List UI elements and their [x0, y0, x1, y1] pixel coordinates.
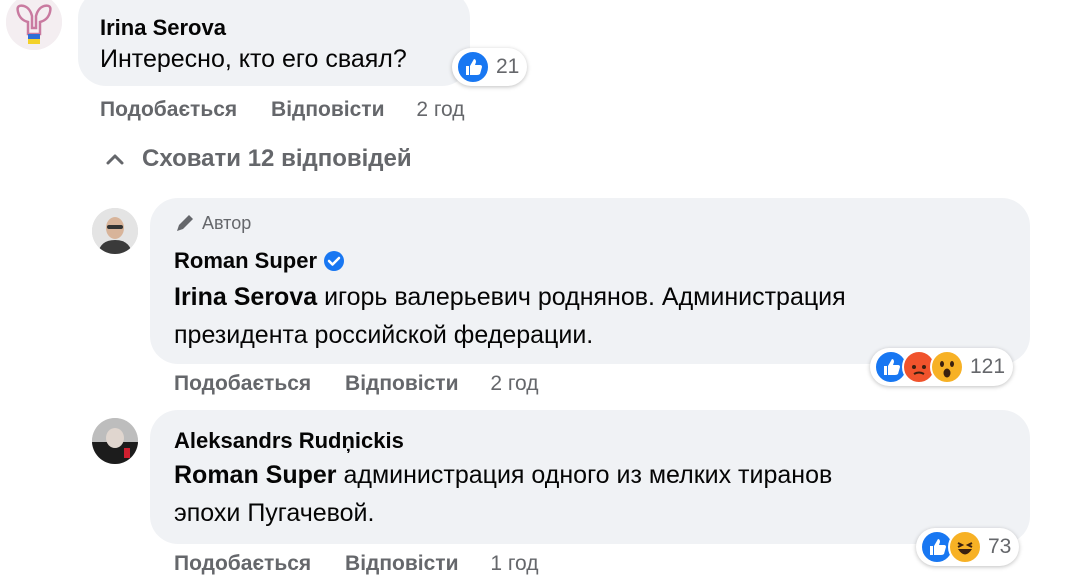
comment-time[interactable]: 1 год [490, 552, 538, 575]
like-button[interactable]: Подобається [174, 372, 311, 395]
comment-text: Irina Serova игорь валерьевич роднянов. … [174, 278, 1014, 354]
comment-author[interactable]: Roman Super [174, 248, 345, 274]
reaction-count: 21 [496, 55, 520, 78]
hide-replies-label: Сховати 12 відповідей [142, 145, 412, 172]
comment-text-line1: игорь валерьевич роднянов. Администрация [317, 283, 846, 311]
reactions-summary[interactable]: 121 [870, 348, 1014, 386]
comment-time[interactable]: 2 год [416, 98, 464, 121]
verified-badge-icon [323, 250, 345, 272]
reactions-summary[interactable]: 21 [452, 48, 528, 86]
mention-link[interactable]: Roman Super [174, 461, 337, 489]
comment-author[interactable]: Irina Serova [100, 15, 226, 41]
like-button[interactable]: Подобається [100, 98, 237, 121]
comment-text-line2: президента российской федерации. [174, 321, 594, 349]
avatar[interactable] [6, 0, 62, 50]
reply-button[interactable]: Відповісти [345, 552, 458, 575]
reaction-count: 73 [988, 535, 1012, 558]
chevron-up-icon [104, 148, 126, 170]
mention-link[interactable]: Irina Serova [174, 283, 317, 311]
comment-actions: Подобається Відповісти 1 год [174, 552, 539, 576]
author-badge-label: Автор [202, 212, 252, 233]
reply-button[interactable]: Відповісти [271, 98, 384, 121]
wow-icon [930, 350, 964, 384]
author-badge: Автор [174, 212, 251, 234]
like-icon [456, 50, 490, 84]
reactions-summary[interactable]: 73 [916, 528, 1020, 566]
comment-text: Интересно, кто его сваял? [100, 45, 407, 73]
comment-author[interactable]: Aleksandrs Rudņickis [174, 428, 404, 454]
like-button[interactable]: Подобається [174, 552, 311, 575]
comment-actions: Подобається Відповісти 2 год [174, 372, 539, 396]
comment-author-name: Roman Super [174, 248, 318, 273]
pencil-icon [174, 212, 196, 234]
hide-replies-toggle[interactable]: Сховати 12 відповідей [104, 145, 412, 173]
avatar[interactable] [92, 208, 138, 254]
comment-time[interactable]: 2 год [490, 372, 538, 395]
reaction-count: 121 [970, 355, 1006, 378]
reply-button[interactable]: Відповісти [345, 372, 458, 395]
comment-text: Roman Super администрация одного из мелк… [174, 456, 1014, 532]
comment-text-line2: эпохи Пугачевой. [174, 499, 375, 527]
comment-text-line1: администрация одного из мелких тиранов [336, 461, 833, 489]
comment-actions: Подобається Відповісти 2 год [100, 98, 465, 122]
avatar[interactable] [92, 418, 138, 464]
haha-icon [948, 530, 982, 564]
